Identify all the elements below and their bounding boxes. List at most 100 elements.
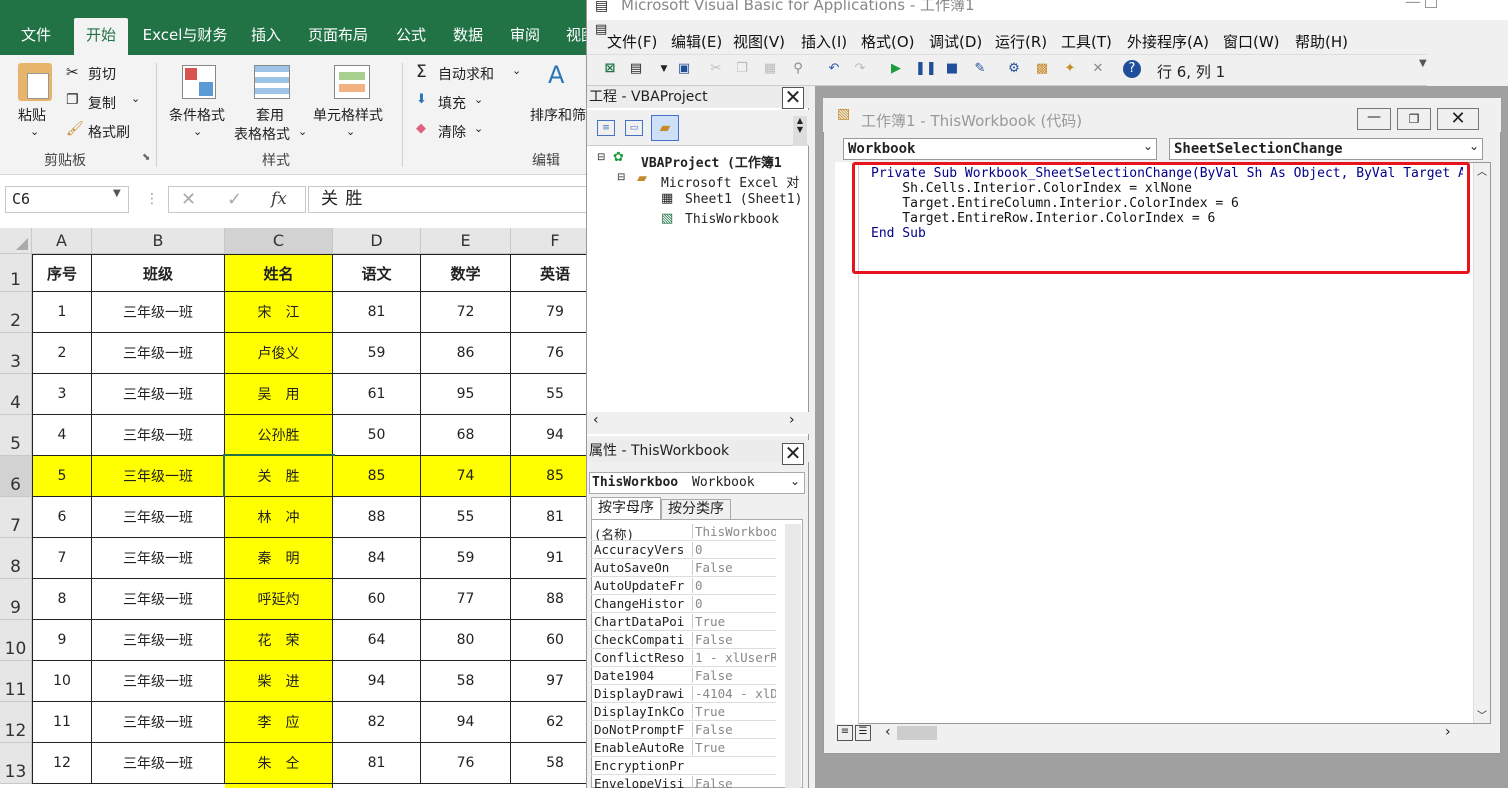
- cell-index[interactable]: 8: [32, 579, 92, 620]
- dropdown-icon[interactable]: ▼: [113, 188, 121, 199]
- property-row[interactable]: CheckCompati False: [591, 631, 776, 649]
- cell-english[interactable]: 91: [511, 538, 586, 579]
- undo-icon[interactable]: ↶: [825, 60, 843, 78]
- chevron-down-icon[interactable]: ⌄: [131, 92, 140, 105]
- paste-icon[interactable]: [18, 63, 52, 101]
- menu-item[interactable]: 窗口(W): [1223, 31, 1280, 52]
- row-header[interactable]: 6: [0, 456, 32, 497]
- cell-class[interactable]: 三年级一班: [92, 661, 225, 702]
- break-icon[interactable]: ❚❚: [915, 60, 937, 78]
- cell-index[interactable]: 4: [32, 415, 92, 456]
- tab-categorized[interactable]: 按分类序: [661, 499, 731, 519]
- cell-math[interactable]: 68: [421, 415, 511, 456]
- scroll-icon[interactable]: ▲ ▼: [793, 116, 807, 146]
- property-value[interactable]: ThisWorkboo: [692, 524, 776, 539]
- clear-button[interactable]: 清除: [438, 122, 466, 142]
- row-header[interactable]: 8: [0, 538, 32, 579]
- property-value[interactable]: 0: [692, 596, 776, 611]
- table-format-button[interactable]: 套用: [256, 105, 284, 125]
- cell-english[interactable]: 88: [511, 579, 586, 620]
- menu-item[interactable]: 调试(D): [929, 31, 982, 52]
- menu-item[interactable]: 视图(V): [733, 31, 785, 52]
- cell-class[interactable]: 三年级一班: [92, 497, 225, 538]
- property-row[interactable]: ChartDataPoi True: [591, 613, 776, 631]
- cell-class[interactable]: 三年级一班: [92, 333, 225, 374]
- cell-index[interactable]: 2: [32, 333, 92, 374]
- cell-english[interactable]: 97: [511, 661, 586, 702]
- tree-thisworkbook[interactable]: ThisWorkbook: [685, 212, 779, 227]
- property-value[interactable]: -4104 - xlD: [692, 686, 776, 701]
- cell-english[interactable]: 85: [511, 456, 586, 497]
- cell-index[interactable]: 12: [32, 743, 92, 784]
- property-value[interactable]: True: [692, 614, 776, 629]
- cell-name[interactable]: 公孙胜: [225, 415, 333, 456]
- paste-icon[interactable]: ▦: [761, 60, 779, 78]
- property-row[interactable]: ChangeHistor 0: [591, 595, 776, 613]
- toggle-folders-icon[interactable]: ▰: [651, 115, 679, 141]
- header-cell[interactable]: 班级: [92, 254, 225, 292]
- menu-item[interactable]: 格式(O): [861, 31, 915, 52]
- cell-class[interactable]: 三年级一班: [92, 456, 225, 497]
- property-value[interactable]: True: [692, 740, 776, 755]
- cut-button[interactable]: 剪切: [88, 64, 116, 84]
- format-painter-button[interactable]: 格式刷: [88, 122, 130, 142]
- row-header[interactable]: 4: [0, 374, 32, 415]
- cell-style-icon[interactable]: [334, 65, 370, 99]
- cell-name[interactable]: 关 胜: [223, 454, 335, 499]
- cell-chinese[interactable]: 94: [333, 661, 421, 702]
- minimize-icon[interactable]: —: [1405, 0, 1421, 11]
- maximize-icon[interactable]: [1425, 0, 1437, 8]
- cell-name[interactable]: 吴 用: [225, 374, 333, 415]
- row-header[interactable]: 2: [0, 292, 32, 333]
- cell-name[interactable]: 呼延灼: [225, 579, 333, 620]
- cell-chinese[interactable]: 88: [333, 497, 421, 538]
- toolbar-overflow-icon[interactable]: ▼: [1419, 58, 1427, 69]
- tree-sheet1[interactable]: Sheet1 (Sheet1): [685, 192, 802, 207]
- cell-english[interactable]: 94: [511, 415, 586, 456]
- conditional-format-icon[interactable]: [182, 65, 216, 99]
- cell-chinese[interactable]: 85: [333, 456, 421, 497]
- sort-filter-icon[interactable]: A: [548, 61, 564, 89]
- tab-data[interactable]: 数据: [444, 18, 492, 55]
- cut-icon[interactable]: ✂: [707, 60, 725, 78]
- property-row[interactable]: (名称) ThisWorkboo: [591, 523, 776, 541]
- cell-chinese[interactable]: 84: [333, 538, 421, 579]
- row-header[interactable]: 7: [0, 497, 32, 538]
- cell-name[interactable]: 柴 进: [225, 661, 333, 702]
- cell-class[interactable]: 三年级一班: [92, 620, 225, 661]
- name-box[interactable]: C6: [5, 186, 129, 213]
- property-value[interactable]: 0: [692, 578, 776, 593]
- menu-item[interactable]: 工具(T): [1061, 31, 1112, 52]
- tab-page-layout[interactable]: 页面布局: [298, 18, 378, 55]
- cell-name[interactable]: 朱 仝: [225, 743, 333, 784]
- cell-name[interactable]: 林 冲: [225, 497, 333, 538]
- full-module-view-icon[interactable]: ☰: [855, 725, 871, 741]
- menu-item[interactable]: 文件(F): [607, 31, 657, 52]
- cell-index[interactable]: 10: [32, 661, 92, 702]
- cell-math[interactable]: 95: [421, 374, 511, 415]
- tab-insert[interactable]: 插入: [242, 18, 290, 55]
- property-row[interactable]: ConflictReso 1 - xlUserR: [591, 649, 776, 667]
- chevron-down-icon[interactable]: ⌄: [1143, 139, 1153, 153]
- property-row[interactable]: AutoSaveOn False: [591, 559, 776, 577]
- tab-excel-finance[interactable]: Excel与财务: [136, 18, 234, 55]
- cell-math[interactable]: 80: [421, 620, 511, 661]
- autosum-button[interactable]: 自动求和: [438, 64, 494, 84]
- save-icon[interactable]: ▣: [675, 60, 693, 78]
- cell-name[interactable]: 李 应: [225, 702, 333, 743]
- fill-button[interactable]: 填充: [438, 93, 466, 113]
- property-row[interactable]: DoNotPromptF False: [591, 721, 776, 739]
- cell-class[interactable]: 三年级一班: [92, 415, 225, 456]
- copy-icon[interactable]: ❐: [733, 60, 751, 78]
- cell-english[interactable]: 60: [511, 620, 586, 661]
- cell-chinese[interactable]: 81: [333, 292, 421, 333]
- tab-home[interactable]: 开始: [74, 18, 128, 55]
- row-header[interactable]: 12: [0, 702, 32, 743]
- row-header[interactable]: 1: [0, 254, 32, 292]
- object-browser-icon[interactable]: ✦: [1061, 60, 1079, 78]
- redo-icon[interactable]: ↷: [851, 60, 869, 78]
- view-code-icon[interactable]: ≡: [597, 120, 615, 136]
- chevron-down-icon[interactable]: ⌄: [790, 474, 800, 488]
- procedure-dropdown[interactable]: SheetSelectionChange: [1169, 138, 1483, 160]
- row-header[interactable]: 3: [0, 333, 32, 374]
